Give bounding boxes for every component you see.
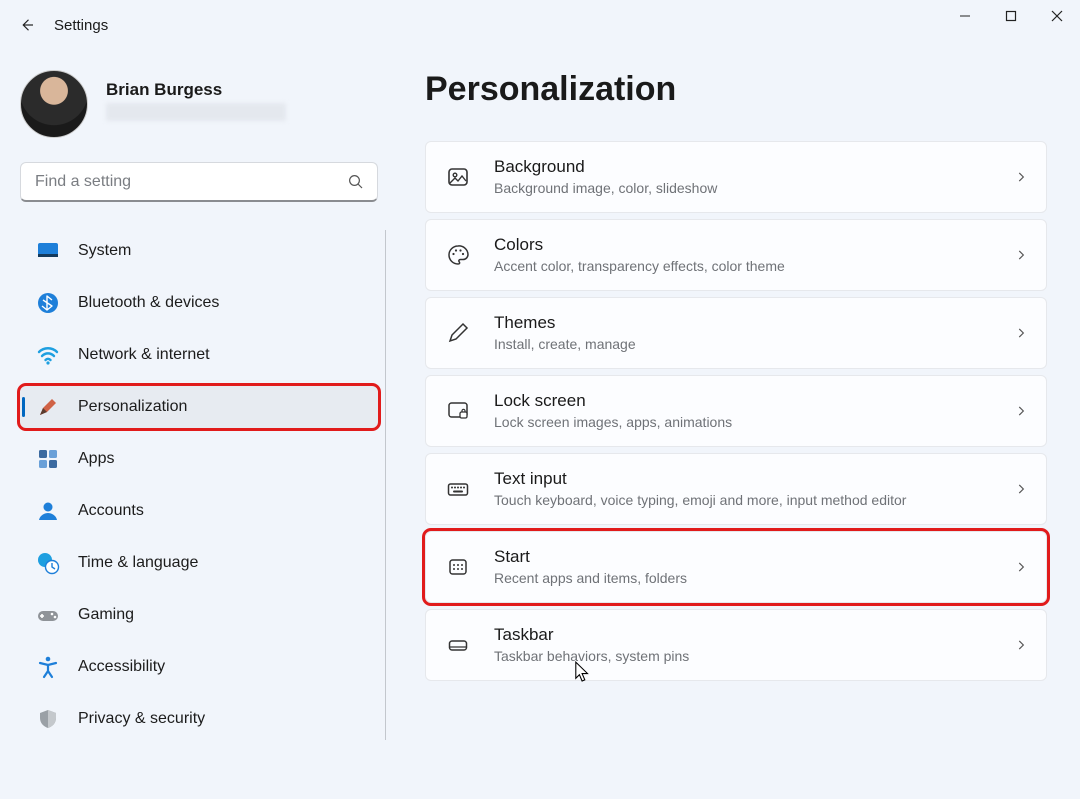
sidebar-item-label: Personalization bbox=[78, 398, 187, 416]
card-title: Start bbox=[494, 546, 992, 567]
page-title: Personalization bbox=[425, 70, 1055, 109]
chevron-right-icon bbox=[1014, 170, 1028, 184]
sidebar-item-label: System bbox=[78, 242, 131, 260]
shield-icon bbox=[36, 707, 60, 731]
sidebar-item-gaming[interactable]: Gaming bbox=[20, 594, 378, 636]
sidebar-item-label: Gaming bbox=[78, 606, 134, 624]
sidebar-item-label: Privacy & security bbox=[78, 710, 205, 728]
person-icon bbox=[36, 499, 60, 523]
card-colors[interactable]: Colors Accent color, transparency effect… bbox=[425, 219, 1047, 291]
card-title: Taskbar bbox=[494, 624, 992, 645]
taskbar-icon bbox=[444, 631, 472, 659]
card-taskbar[interactable]: Taskbar Taskbar behaviors, system pins bbox=[425, 609, 1047, 681]
keyboard-icon bbox=[444, 475, 472, 503]
card-title: Background bbox=[494, 156, 992, 177]
system-icon bbox=[36, 239, 60, 263]
sidebar-item-system[interactable]: System bbox=[20, 230, 378, 272]
card-subtitle: Recent apps and items, folders bbox=[494, 569, 992, 588]
card-title: Lock screen bbox=[494, 390, 992, 411]
sidebar-item-network[interactable]: Network & internet bbox=[20, 334, 378, 376]
sidebar-item-apps[interactable]: Apps bbox=[20, 438, 378, 480]
accessibility-icon bbox=[36, 655, 60, 679]
chevron-right-icon bbox=[1014, 482, 1028, 496]
sidebar-item-accessibility[interactable]: Accessibility bbox=[20, 646, 378, 688]
window-maximize-button[interactable] bbox=[988, 0, 1034, 32]
back-button[interactable] bbox=[18, 16, 36, 34]
profile-block[interactable]: Brian Burgess bbox=[20, 70, 378, 138]
clock-globe-icon bbox=[36, 551, 60, 575]
chevron-right-icon bbox=[1014, 248, 1028, 262]
card-subtitle: Accent color, transparency effects, colo… bbox=[494, 257, 992, 276]
card-background[interactable]: Background Background image, color, slid… bbox=[425, 141, 1047, 213]
app-title: Settings bbox=[54, 17, 108, 34]
sidebar-item-label: Accessibility bbox=[78, 658, 165, 676]
picture-icon bbox=[444, 163, 472, 191]
start-grid-icon bbox=[444, 553, 472, 581]
minimize-icon bbox=[959, 10, 971, 22]
chevron-right-icon bbox=[1014, 326, 1028, 340]
sidebar-item-label: Apps bbox=[78, 450, 114, 468]
sidebar-item-personalization[interactable]: Personalization bbox=[20, 386, 378, 428]
card-subtitle: Lock screen images, apps, animations bbox=[494, 413, 992, 432]
nav-list: System Bluetooth & devices Network & int… bbox=[20, 230, 378, 740]
palette-icon bbox=[444, 241, 472, 269]
arrow-left-icon bbox=[18, 16, 36, 34]
sidebar-item-privacy[interactable]: Privacy & security bbox=[20, 698, 378, 740]
card-textinput[interactable]: Text input Touch keyboard, voice typing,… bbox=[425, 453, 1047, 525]
maximize-icon bbox=[1005, 10, 1017, 22]
card-subtitle: Background image, color, slideshow bbox=[494, 179, 992, 198]
card-subtitle: Install, create, manage bbox=[494, 335, 992, 354]
search-input[interactable] bbox=[33, 172, 347, 192]
search-icon bbox=[347, 173, 365, 191]
sidebar-item-bluetooth[interactable]: Bluetooth & devices bbox=[20, 282, 378, 324]
gamepad-icon bbox=[36, 603, 60, 627]
sidebar-item-time[interactable]: Time & language bbox=[20, 542, 378, 584]
chevron-right-icon bbox=[1014, 638, 1028, 652]
search-box[interactable] bbox=[20, 162, 378, 202]
sidebar-item-label: Time & language bbox=[78, 554, 198, 572]
sidebar-item-label: Accounts bbox=[78, 502, 144, 520]
sidebar-item-label: Bluetooth & devices bbox=[78, 294, 219, 312]
card-lockscreen[interactable]: Lock screen Lock screen images, apps, an… bbox=[425, 375, 1047, 447]
card-title: Themes bbox=[494, 312, 992, 333]
wifi-icon bbox=[36, 343, 60, 367]
chevron-right-icon bbox=[1014, 560, 1028, 574]
apps-icon bbox=[36, 447, 60, 471]
avatar bbox=[20, 70, 88, 138]
card-start[interactable]: Start Recent apps and items, folders bbox=[425, 531, 1047, 603]
window-minimize-button[interactable] bbox=[942, 0, 988, 32]
card-subtitle: Taskbar behaviors, system pins bbox=[494, 647, 992, 666]
card-themes[interactable]: Themes Install, create, manage bbox=[425, 297, 1047, 369]
card-title: Colors bbox=[494, 234, 992, 255]
sidebar: Brian Burgess System Bluetooth & devices bbox=[20, 70, 378, 750]
profile-email-redacted bbox=[106, 103, 286, 121]
profile-name: Brian Burgess bbox=[106, 80, 286, 100]
card-subtitle: Touch keyboard, voice typing, emoji and … bbox=[494, 491, 992, 510]
nav-divider bbox=[385, 230, 386, 740]
paintbrush-icon bbox=[36, 395, 60, 419]
sidebar-item-label: Network & internet bbox=[78, 346, 210, 364]
main-content: Personalization Background Background im… bbox=[425, 70, 1055, 687]
header: Settings bbox=[18, 16, 108, 34]
pen-icon bbox=[444, 319, 472, 347]
window-titlebar bbox=[942, 0, 1080, 48]
window-close-button[interactable] bbox=[1034, 0, 1080, 32]
close-icon bbox=[1051, 10, 1063, 22]
card-title: Text input bbox=[494, 468, 992, 489]
lock-screen-icon bbox=[444, 397, 472, 425]
sidebar-item-accounts[interactable]: Accounts bbox=[20, 490, 378, 532]
bluetooth-icon bbox=[36, 291, 60, 315]
chevron-right-icon bbox=[1014, 404, 1028, 418]
